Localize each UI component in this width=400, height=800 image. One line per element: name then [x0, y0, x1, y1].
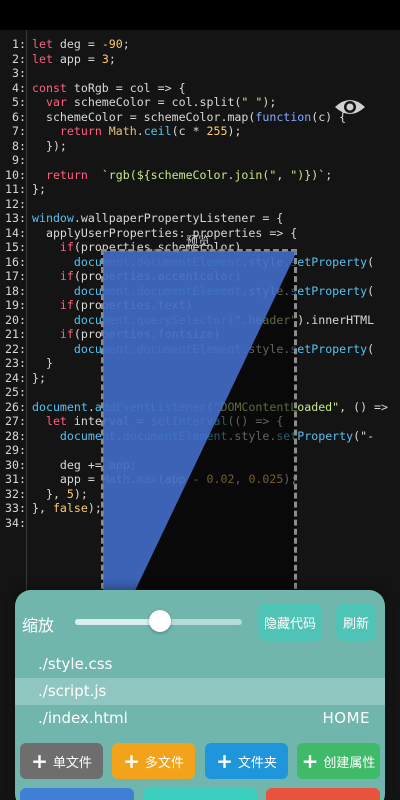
plus-icon: +: [123, 749, 140, 773]
code-text: window.wallpaperPropertyListener = {: [32, 211, 284, 225]
code-text: document.querySelector(".header").innerH…: [73, 312, 375, 327]
multi-file-button[interactable]: + 多文件: [112, 743, 195, 779]
code-text: const toRgb = col => {: [32, 80, 186, 95]
code-text: return Math.ceil(c * 255);: [32, 124, 242, 138]
file-item-label: ./index.html: [38, 709, 128, 727]
code-text: };: [32, 370, 46, 385]
home-label[interactable]: HOME: [322, 705, 370, 732]
file-item-label: ./script.js: [38, 682, 107, 700]
code-text: });: [32, 138, 67, 153]
file-item-label: ./style.css: [38, 655, 113, 673]
code-text: let app = 3;: [32, 51, 116, 66]
bottom-button-partial[interactable]: [20, 788, 134, 800]
code-text: }, 5);: [32, 486, 88, 501]
bottom-button-partial[interactable]: [143, 788, 257, 800]
plus-icon: +: [216, 749, 233, 773]
code-text: };: [32, 182, 46, 196]
code-text: document.documentElement.style.setProper…: [73, 254, 375, 269]
eye-icon[interactable]: [333, 92, 367, 122]
code-text: let deg = -90;: [32, 37, 130, 51]
code-text: document.documentElement.style.setProper…: [73, 341, 375, 356]
code-text: if(properties.fontsize): [32, 327, 221, 341]
code-text: if(properties.accentcolor): [32, 269, 242, 283]
hide-code-button[interactable]: 隐藏代码: [258, 603, 322, 641]
code-text: let interval = setInterval(() => {: [32, 414, 284, 428]
create-property-label: 创建属性: [323, 755, 376, 771]
code-text: return `rgb(${schemeColor.join(", ")})`;: [32, 167, 333, 182]
code-line: 22: document.documentElement.style.setPr…: [0, 341, 374, 357]
code-text: deg += app;: [32, 457, 137, 472]
code-text: document.documentElement.style.setProper…: [73, 283, 375, 298]
single-file-label: 单文件: [52, 755, 92, 771]
folder-button[interactable]: + 文件夹: [205, 743, 288, 779]
code-text: }, false);: [32, 501, 102, 515]
bottom-button-partial[interactable]: [266, 788, 380, 800]
multi-file-label: 多文件: [144, 755, 184, 771]
code-text: }: [32, 356, 53, 370]
code-text: if(properties.schemecolor): [32, 240, 242, 254]
folder-label: 文件夹: [237, 755, 277, 771]
zoom-label: 缩放: [22, 616, 55, 635]
code-text: schemeColor = schemeColor.map(function(c…: [32, 109, 347, 124]
code-text: if(properties.text): [32, 298, 193, 312]
file-item-index[interactable]: ./index.html HOME: [15, 705, 385, 732]
code-text: document.addEventListener("DOMContentLoa…: [32, 399, 389, 414]
plus-icon: +: [301, 749, 319, 773]
zoom-slider-fill: [75, 619, 161, 625]
plus-icon: +: [31, 749, 48, 773]
code-text: applyUserProperties: properties => {: [32, 225, 298, 240]
status-bar: [0, 0, 400, 30]
refresh-button[interactable]: 刷新: [336, 603, 376, 641]
code-line: 10: return `rgb(${schemeColor.join(", ")…: [0, 167, 332, 183]
code-line: 34:: [0, 515, 32, 531]
code-line: 28: document.documentElement.style.setPr…: [0, 428, 374, 444]
single-file-button[interactable]: + 单文件: [20, 743, 103, 779]
file-item-style[interactable]: ./style.css: [15, 651, 385, 678]
code-text: var schemeColor = col.split(" ");: [32, 95, 277, 109]
line-number: 34:: [5, 515, 26, 530]
code-text: app = Math.max(app - 0.02, 0.025);: [32, 472, 298, 486]
file-item-script[interactable]: ./script.js: [15, 678, 385, 705]
create-property-button[interactable]: + 创建属性: [297, 743, 380, 779]
zoom-slider-thumb[interactable]: [149, 610, 172, 632]
code-text: document.documentElement.style.setProper…: [59, 428, 375, 443]
